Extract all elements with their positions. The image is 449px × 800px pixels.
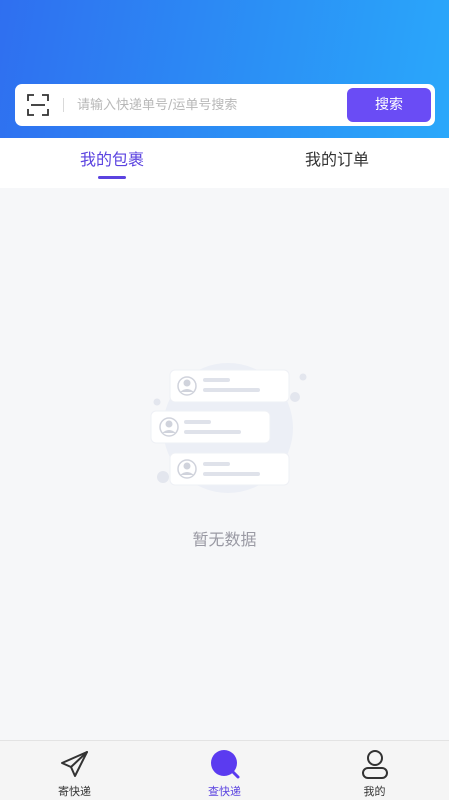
search-button[interactable]: 搜索 xyxy=(347,88,431,122)
empty-state-text: 暂无数据 xyxy=(192,530,257,549)
search-input[interactable] xyxy=(77,90,345,120)
tab-my-orders[interactable]: 我的订单 xyxy=(225,138,449,188)
search-icon xyxy=(208,748,242,780)
tabbar-label-track: 查快递 xyxy=(208,785,241,798)
tab-my-packages[interactable]: 我的包裹 xyxy=(0,138,224,188)
tabbar-item-mine[interactable]: 我的 xyxy=(300,741,449,800)
tab-my-orders-label: 我的订单 xyxy=(304,150,369,169)
bottom-tab-bar: 寄快递 查快递 我的 xyxy=(0,740,449,800)
search-divider xyxy=(63,98,64,112)
empty-list-illustration xyxy=(140,355,310,505)
tabbar-item-send[interactable]: 寄快递 xyxy=(0,741,149,800)
tabbar-label-mine: 我的 xyxy=(363,785,386,798)
tabbar-label-send: 寄快递 xyxy=(58,785,91,798)
paper-plane-icon xyxy=(58,748,92,780)
tab-bar: 我的包裹 我的订单 xyxy=(0,138,449,188)
search-bar: 搜索 xyxy=(15,84,435,126)
tab-active-indicator xyxy=(98,176,126,179)
scan-icon[interactable] xyxy=(27,94,49,116)
tabbar-item-track[interactable]: 查快递 xyxy=(150,741,299,800)
tab-my-packages-label: 我的包裹 xyxy=(79,150,144,169)
user-icon xyxy=(358,748,392,780)
